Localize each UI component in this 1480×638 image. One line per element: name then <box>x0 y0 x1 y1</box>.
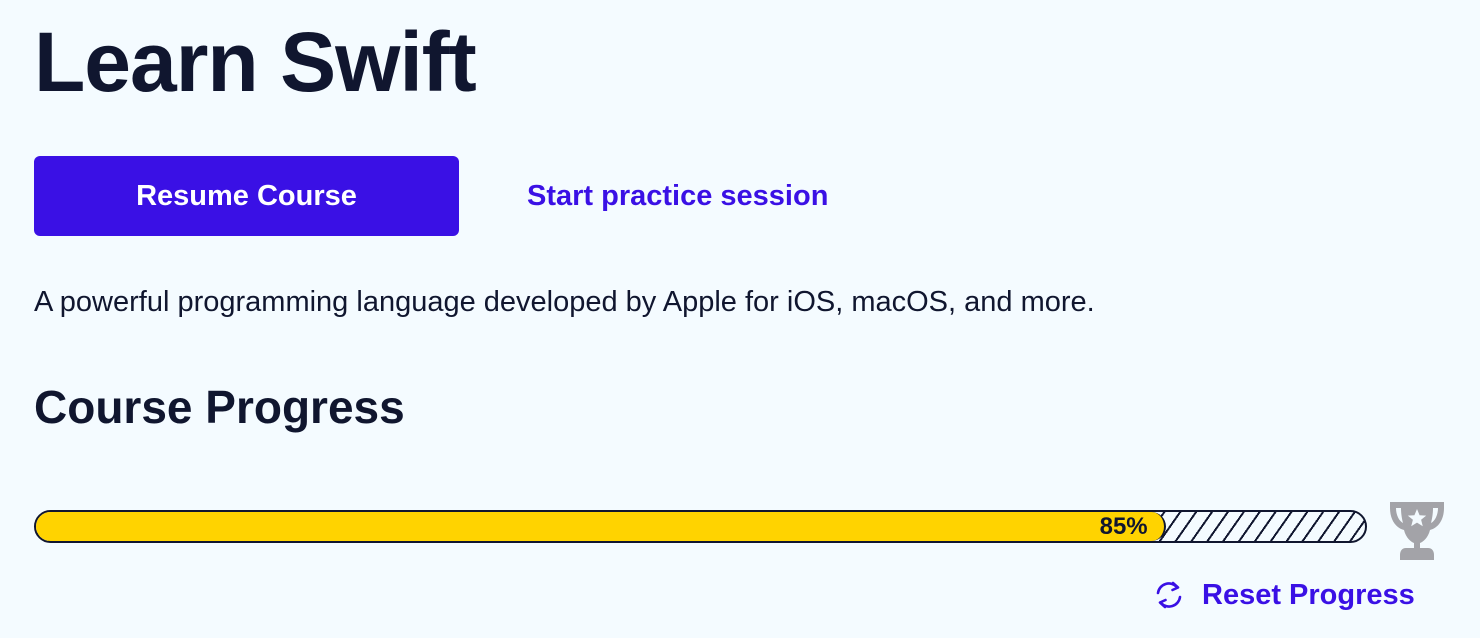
reset-progress-button[interactable]: Reset Progress <box>1152 578 1415 612</box>
progress-fill <box>36 512 1166 541</box>
trophy-icon <box>1382 494 1452 562</box>
start-practice-link[interactable]: Start practice session <box>527 180 828 213</box>
refresh-icon <box>1152 578 1186 612</box>
page-title: Learn Swift <box>34 15 477 109</box>
course-actions: Resume Course Start practice session <box>34 156 828 236</box>
course-description: A powerful programming language develope… <box>34 286 1095 318</box>
progress-percent: 85% <box>1099 512 1148 540</box>
resume-course-button[interactable]: Resume Course <box>34 156 459 236</box>
course-progress-title: Course Progress <box>34 381 405 433</box>
reset-progress-label: Reset Progress <box>1202 578 1415 611</box>
progress-bar: 85% <box>34 510 1367 543</box>
